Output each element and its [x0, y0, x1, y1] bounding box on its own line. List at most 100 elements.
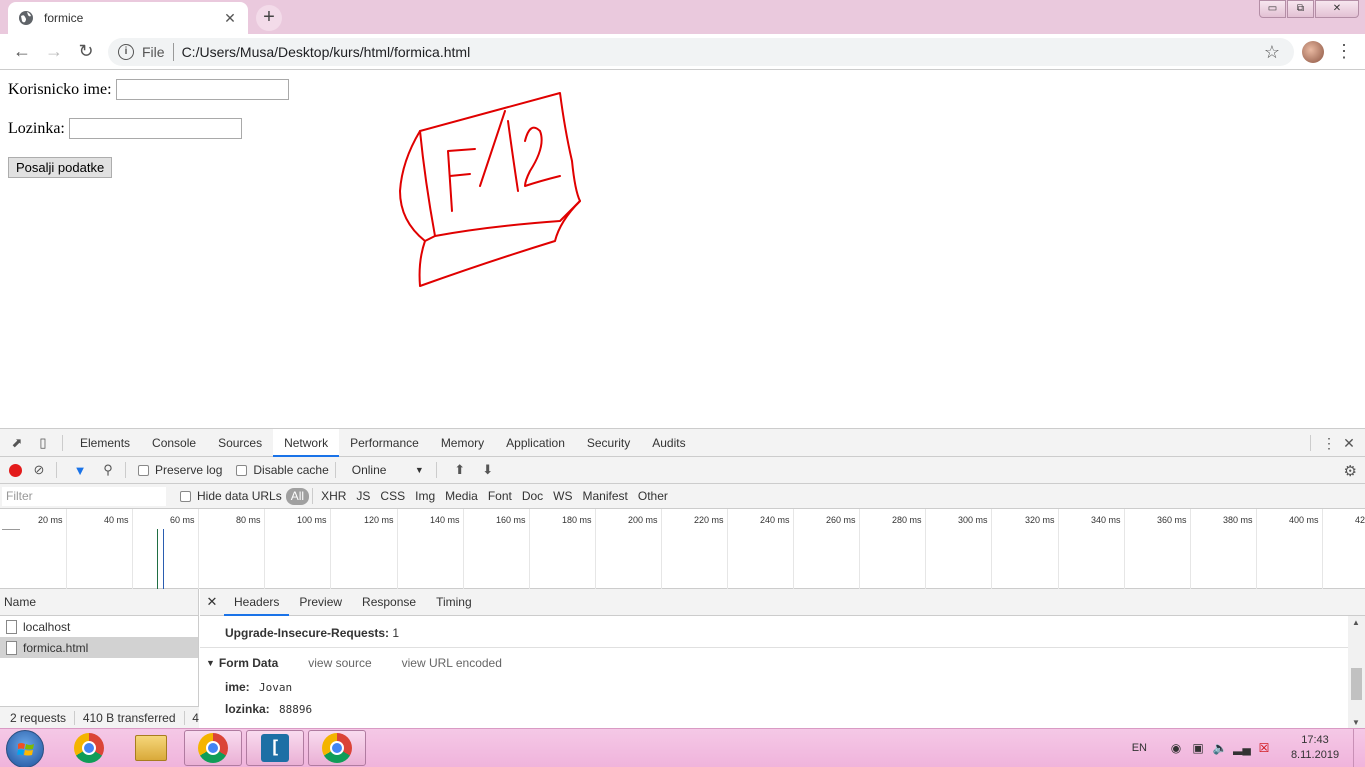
record-icon[interactable]	[9, 463, 22, 477]
start-button[interactable]	[6, 730, 44, 767]
network-filterbar: Filter Hide data URLs All XHR JS CSS Img…	[0, 484, 1365, 509]
username-input[interactable]	[115, 79, 289, 100]
show-desktop-button[interactable]	[1353, 729, 1365, 767]
taskbar-clock[interactable]: 17:43 8.11.2019	[1281, 733, 1349, 763]
filter-type-media[interactable]: Media	[440, 488, 483, 505]
tray-device-icon[interactable]: ▣	[1187, 741, 1209, 755]
more-options-icon[interactable]: ⋮	[1319, 435, 1339, 452]
filter-type-xhr[interactable]: XHR	[316, 488, 351, 505]
collapse-triangle-icon[interactable]: ▼	[206, 658, 215, 668]
clock-date: 8.11.2019	[1290, 749, 1340, 761]
taskbar-brackets[interactable]: [ ]	[246, 730, 304, 767]
export-har-icon[interactable]: ⬇	[477, 462, 499, 478]
tab-response[interactable]: Response	[352, 589, 426, 616]
tab-security[interactable]: Security	[576, 429, 641, 457]
forward-arrow-icon[interactable]: →	[38, 36, 70, 68]
filter-input[interactable]: Filter	[2, 486, 166, 506]
url-text[interactable]: C:/Users/Musa/Desktop/kurs/html/formica.…	[182, 44, 471, 60]
preserve-log-label: Preserve log	[155, 463, 223, 477]
tab-network[interactable]: Network	[273, 428, 340, 457]
clear-icon[interactable]: ⊘	[28, 462, 50, 478]
profile-avatar[interactable]	[1302, 41, 1324, 63]
tray-app-icon[interactable]: ◉	[1165, 741, 1187, 755]
filter-type-font[interactable]: Font	[483, 488, 517, 505]
bookmark-star-icon[interactable]: ☆	[1264, 42, 1280, 63]
filter-type-doc[interactable]: Doc	[517, 488, 548, 505]
taskbar-chrome-pinned[interactable]	[60, 730, 118, 766]
name-column-header[interactable]: Name	[0, 589, 198, 616]
close-window-button[interactable]: ✕	[1315, 0, 1359, 18]
info-icon[interactable]: i	[118, 44, 134, 60]
volume-icon[interactable]: 🔈	[1209, 741, 1231, 755]
detail-scrollbar[interactable]: ▲ ▼	[1348, 616, 1365, 729]
timeline-gridline	[859, 509, 860, 589]
taskbar-chrome-window-2[interactable]	[308, 730, 366, 766]
taskbar-explorer[interactable]	[122, 730, 180, 766]
taskbar-chrome-window[interactable]	[184, 730, 242, 766]
filter-type-other[interactable]: Other	[633, 488, 673, 505]
reload-icon[interactable]: ↻	[70, 36, 102, 68]
filter-type-js[interactable]: JS	[351, 488, 375, 505]
timeline-tick-label: 380 ms	[1223, 515, 1253, 525]
search-icon[interactable]: ⚲	[97, 462, 119, 478]
tab-timing[interactable]: Timing	[426, 589, 482, 616]
close-detail-icon[interactable]: ✕	[200, 594, 224, 610]
filter-type-css[interactable]: CSS	[375, 488, 410, 505]
filter-type-manifest[interactable]: Manifest	[578, 488, 633, 505]
gear-icon[interactable]: ⚙	[1344, 462, 1357, 480]
tab-headers[interactable]: Headers	[224, 589, 290, 616]
language-indicator[interactable]: EN	[1132, 742, 1147, 754]
inspect-element-icon[interactable]: ⬈	[4, 435, 30, 451]
chrome-menu-icon[interactable]: ⋮	[1334, 40, 1354, 64]
close-devtools-icon[interactable]: ✕	[1339, 435, 1359, 452]
maximize-button[interactable]: ⧉	[1287, 0, 1314, 18]
filter-type-all[interactable]: All	[285, 487, 310, 505]
scroll-up-icon[interactable]: ▲	[1352, 618, 1360, 627]
form-data-section-header[interactable]: ▼ Form Data view source view URL encoded	[206, 656, 502, 670]
checkbox-box[interactable]	[180, 490, 191, 502]
filter-type-ws[interactable]: WS	[548, 488, 577, 505]
scroll-down-icon[interactable]: ▼	[1352, 718, 1360, 727]
scrollbar-thumb[interactable]	[1351, 668, 1362, 700]
device-toggle-icon[interactable]: ▯	[30, 435, 56, 451]
tab-memory[interactable]: Memory	[430, 429, 495, 457]
request-row[interactable]: formica.html	[0, 637, 198, 658]
tab-console[interactable]: Console	[141, 429, 207, 457]
view-url-encoded-link[interactable]: view URL encoded	[402, 656, 502, 670]
disable-cache-checkbox[interactable]: Disable cache	[236, 463, 329, 477]
filter-type-img[interactable]: Img	[410, 488, 440, 505]
hide-data-urls-checkbox[interactable]: Hide data URLs	[180, 489, 282, 503]
timeline-request-bar	[157, 529, 158, 589]
address-bar[interactable]: i File C:/Users/Musa/Desktop/kurs/html/f…	[108, 38, 1294, 66]
timeline-tick-label: 240 ms	[760, 515, 790, 525]
browser-tab[interactable]: formice ✕	[8, 2, 248, 34]
tab-elements[interactable]: Elements	[69, 429, 141, 457]
password-input[interactable]	[68, 118, 242, 139]
tab-preview[interactable]: Preview	[289, 589, 352, 616]
battery-warning-icon[interactable]: ☒	[1253, 741, 1275, 755]
window-controls: ▭ ⧉ ✕	[1258, 0, 1359, 18]
new-tab-button[interactable]: +	[256, 5, 282, 31]
tab-close-icon[interactable]: ✕	[222, 10, 238, 26]
timeline-tick-label: 180 ms	[562, 515, 592, 525]
request-row[interactable]: localhost	[0, 616, 198, 637]
tab-sources[interactable]: Sources	[207, 429, 273, 457]
checkbox-box[interactable]	[236, 464, 248, 476]
network-timeline-overview[interactable]: 20 ms 40 ms 60 ms 80 ms 100 ms 120 ms 140 ms 16…	[0, 509, 1365, 589]
preserve-log-checkbox[interactable]: Preserve log	[138, 463, 222, 477]
filter-icon[interactable]: ▼	[69, 463, 91, 478]
tab-performance[interactable]: Performance	[339, 429, 430, 457]
network-signal-icon[interactable]: ▂▄	[1231, 741, 1253, 755]
back-arrow-icon[interactable]: ←	[6, 36, 38, 68]
checkbox-box[interactable]	[138, 464, 149, 476]
throttling-select[interactable]: Online ▼	[352, 463, 424, 477]
network-toolbar: ⊘ ▼ ⚲ Preserve log Disable cache Online …	[0, 457, 1365, 484]
timeline-gridline	[198, 509, 199, 589]
tab-application[interactable]: Application	[495, 429, 576, 457]
submit-button[interactable]: Posalji podatke	[8, 157, 113, 178]
chrome-icon	[322, 733, 352, 763]
minimize-button[interactable]: ▭	[1259, 0, 1286, 18]
tab-audits[interactable]: Audits	[641, 429, 696, 457]
import-har-icon[interactable]: ⬆	[449, 462, 471, 478]
view-source-link[interactable]: view source	[308, 656, 371, 670]
